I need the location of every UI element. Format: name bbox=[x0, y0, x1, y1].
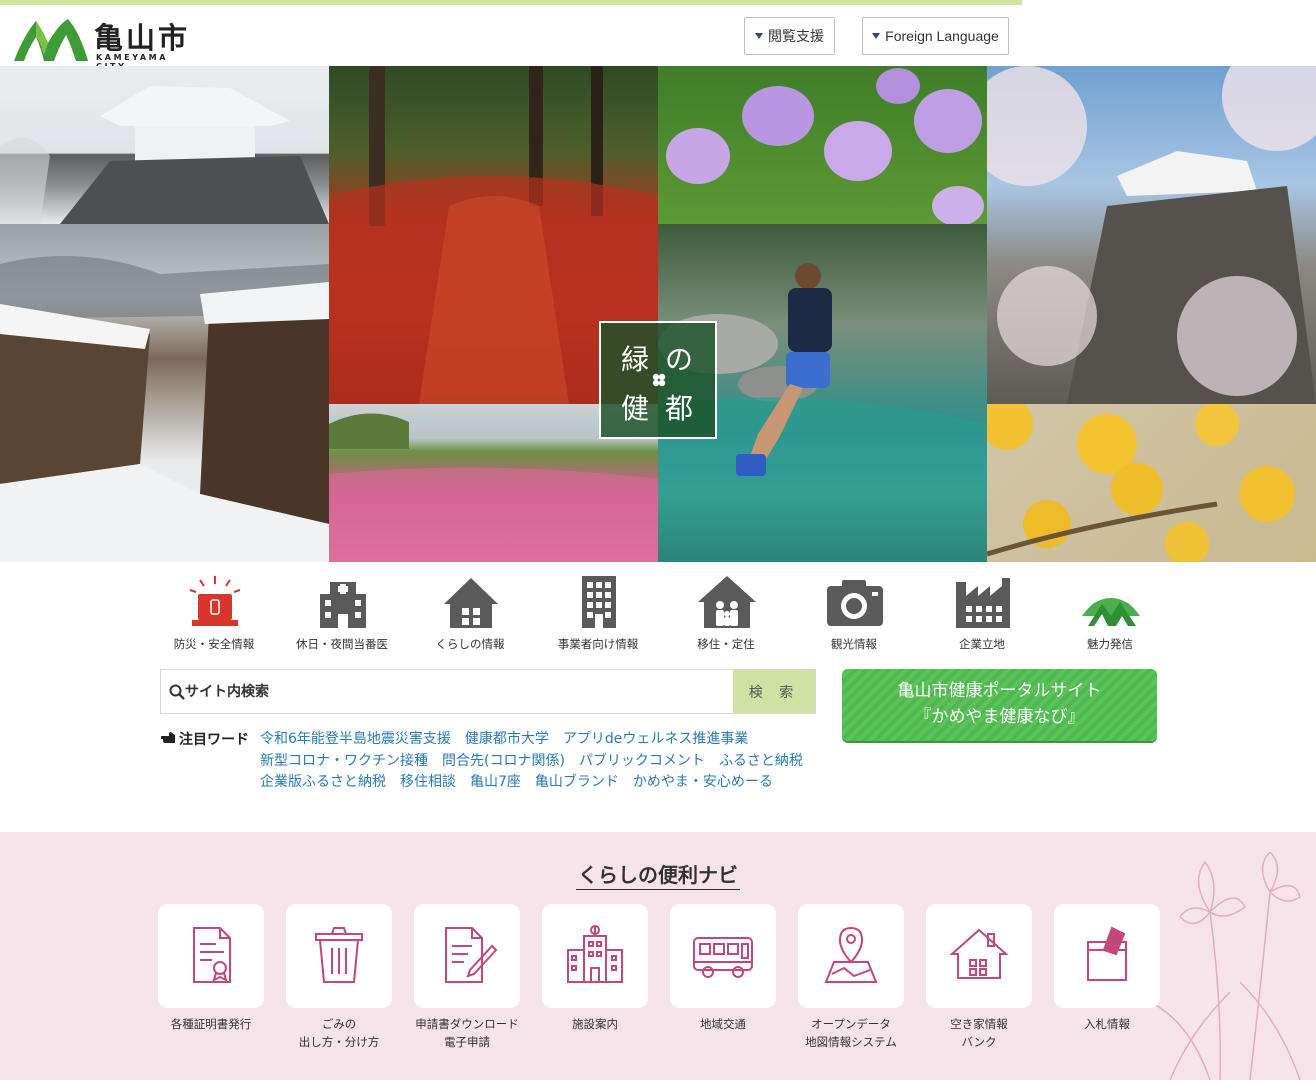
quick-link-holiday-doctor[interactable]: 休日・夜間当番医 bbox=[278, 566, 406, 666]
navi-card-facilities[interactable] bbox=[542, 904, 648, 1008]
hero-slogan-line2: 健都 bbox=[620, 392, 709, 425]
office-building-icon bbox=[582, 576, 616, 628]
search-input[interactable] bbox=[185, 670, 731, 713]
iris-decoration-icon bbox=[1150, 852, 1301, 1080]
photo-cherry-castle bbox=[987, 66, 1316, 404]
camera-icon bbox=[827, 580, 883, 626]
clover-icon bbox=[652, 373, 666, 387]
photo-iris-flowers bbox=[658, 66, 987, 224]
hot-word-link[interactable]: アプリdeウェルネス推進事業 bbox=[563, 731, 749, 747]
navi-card-open-data[interactable] bbox=[798, 904, 904, 1008]
quick-link-living[interactable]: くらしの情報 bbox=[406, 566, 534, 666]
quick-link-label: 魅力発信 bbox=[1087, 637, 1133, 651]
form-pen-icon bbox=[445, 927, 498, 983]
bus-icon bbox=[693, 937, 753, 978]
quick-link-label: 休日・夜間当番医 bbox=[296, 637, 388, 651]
navi-label-line2: 電子申請 bbox=[444, 1035, 490, 1049]
navi-card-bidding[interactable] bbox=[1054, 904, 1160, 1008]
dropdown-caret-icon bbox=[755, 33, 763, 39]
health-portal-banner[interactable]: 亀山市健康ポータルサイト 『かめやま健康なび』 bbox=[842, 669, 1157, 741]
navi-label: 入札情報 bbox=[1032, 1015, 1182, 1033]
hot-word-link[interactable]: ふるさと納税 bbox=[719, 753, 803, 769]
living-navi-title-text: くらしの便利ナビ bbox=[576, 863, 740, 890]
navi-card-forms[interactable] bbox=[414, 904, 520, 1008]
photo-yellow-blossoms bbox=[987, 404, 1316, 562]
quick-link-industry[interactable]: 企業立地 bbox=[918, 566, 1046, 666]
siren-icon bbox=[189, 576, 241, 626]
mountain-logo-icon bbox=[1082, 596, 1140, 626]
family-house-icon bbox=[698, 576, 756, 628]
quick-links: 防災・安全情報 休日・夜間当番医 くらしの情報 事業者向け情報 移住・定住 観光… bbox=[150, 566, 1170, 666]
house-icon bbox=[444, 578, 498, 628]
photo-snowy-castle bbox=[0, 66, 329, 224]
quick-link-tourism[interactable]: 観光情報 bbox=[790, 566, 918, 666]
hot-words: 注目ワード 令和6年能登半島地震災害支援 健康都市大学 アプリdeウェルネス推進事業… bbox=[160, 729, 840, 799]
quick-link-disaster[interactable]: 防災・安全情報 bbox=[150, 566, 278, 666]
hot-words-links: 令和6年能登半島地震災害支援 健康都市大学 アプリdeウェルネス推進事業 新型コロナ… bbox=[260, 729, 840, 794]
hot-word-link[interactable]: 令和6年能登半島地震災害支援 bbox=[260, 731, 451, 747]
foreign-language-button[interactable]: Foreign Language bbox=[862, 17, 1009, 55]
pointing-hand-icon bbox=[161, 732, 175, 743]
factory-icon bbox=[956, 578, 1010, 628]
site-header: 亀山市 KAMEYAMA CITY 閲覧支援 Foreign Language bbox=[0, 5, 1316, 71]
navi-label-line1: 入札情報 bbox=[1084, 1017, 1130, 1031]
dropdown-caret-icon bbox=[872, 33, 881, 39]
hot-word-link[interactable]: 亀山7座 bbox=[470, 774, 521, 790]
living-navi: くらしの便利ナビ 各種証明書発行 ごみの 出し方・分け方 申請書ダウンロード 電子申… bbox=[0, 832, 1316, 1080]
navi-card-certificate[interactable] bbox=[158, 904, 264, 1008]
reading-support-button[interactable]: 閲覧支援 bbox=[744, 17, 835, 55]
navi-card-transit[interactable] bbox=[670, 904, 776, 1008]
quick-link-label: 移住・定住 bbox=[697, 637, 755, 651]
hot-word-link[interactable]: 新型コロナ・ワクチン接種 bbox=[260, 753, 428, 769]
hot-word-link[interactable]: パブリックコメント bbox=[579, 753, 705, 769]
hero-slogan-badge: 緑の 健都 bbox=[599, 321, 717, 439]
quick-link-label: 事業者向け情報 bbox=[557, 637, 639, 651]
quick-link-label: 防災・安全情報 bbox=[173, 637, 255, 651]
hot-word-link[interactable]: 企業版ふるさと納税 bbox=[260, 774, 386, 790]
hospital-icon bbox=[320, 582, 366, 628]
hot-words-label: 注目ワード bbox=[179, 732, 249, 748]
quick-link-label: 観光情報 bbox=[831, 637, 877, 651]
quick-link-label: 企業立地 bbox=[959, 637, 1005, 651]
photo-snowy-street bbox=[0, 224, 329, 562]
hot-word-link[interactable]: 健康都市大学 bbox=[465, 731, 549, 747]
hot-word-link[interactable]: 亀山ブランド bbox=[535, 774, 619, 790]
mountain-logo-mark bbox=[14, 19, 88, 61]
foreign-language-label: Foreign Language bbox=[885, 28, 999, 44]
quick-link-label: くらしの情報 bbox=[435, 637, 505, 651]
health-portal-line2: 『かめやま健康なび』 bbox=[914, 707, 1085, 727]
certificate-icon bbox=[193, 927, 231, 983]
site-logo[interactable]: 亀山市 KAMEYAMA CITY bbox=[14, 11, 199, 71]
logo-title: 亀山市 bbox=[94, 21, 191, 55]
vacant-house-icon bbox=[949, 928, 1009, 979]
living-navi-title: くらしの便利ナビ bbox=[0, 859, 1316, 890]
ballot-box-icon bbox=[1087, 926, 1127, 981]
hot-word-link[interactable]: 移住相談 bbox=[400, 774, 456, 790]
health-portal-line1: 亀山市健康ポータルサイト bbox=[897, 681, 1102, 701]
hero-photo-collage: 緑の 健都 bbox=[0, 66, 1316, 562]
quick-link-relocation[interactable]: 移住・定住 bbox=[662, 566, 790, 666]
map-pin-icon bbox=[824, 926, 878, 983]
building-icon bbox=[567, 925, 623, 983]
navi-card-garbage[interactable] bbox=[286, 904, 392, 1008]
search-icon bbox=[169, 684, 185, 700]
site-search: 検 索 bbox=[160, 669, 816, 714]
hot-word-link[interactable]: 問合先(コロナ関係) bbox=[442, 753, 565, 769]
navi-card-vacant-house[interactable] bbox=[926, 904, 1032, 1008]
reading-support-label: 閲覧支援 bbox=[768, 28, 824, 44]
quick-link-business[interactable]: 事業者向け情報 bbox=[534, 566, 662, 666]
search-button[interactable]: 検 索 bbox=[733, 670, 815, 713]
trash-icon bbox=[315, 927, 363, 983]
hot-word-link[interactable]: かめやま・安心めーる bbox=[633, 774, 773, 790]
quick-link-appeal[interactable]: 魅力発信 bbox=[1046, 566, 1174, 666]
navi-label-line2: バンク bbox=[961, 1035, 997, 1049]
